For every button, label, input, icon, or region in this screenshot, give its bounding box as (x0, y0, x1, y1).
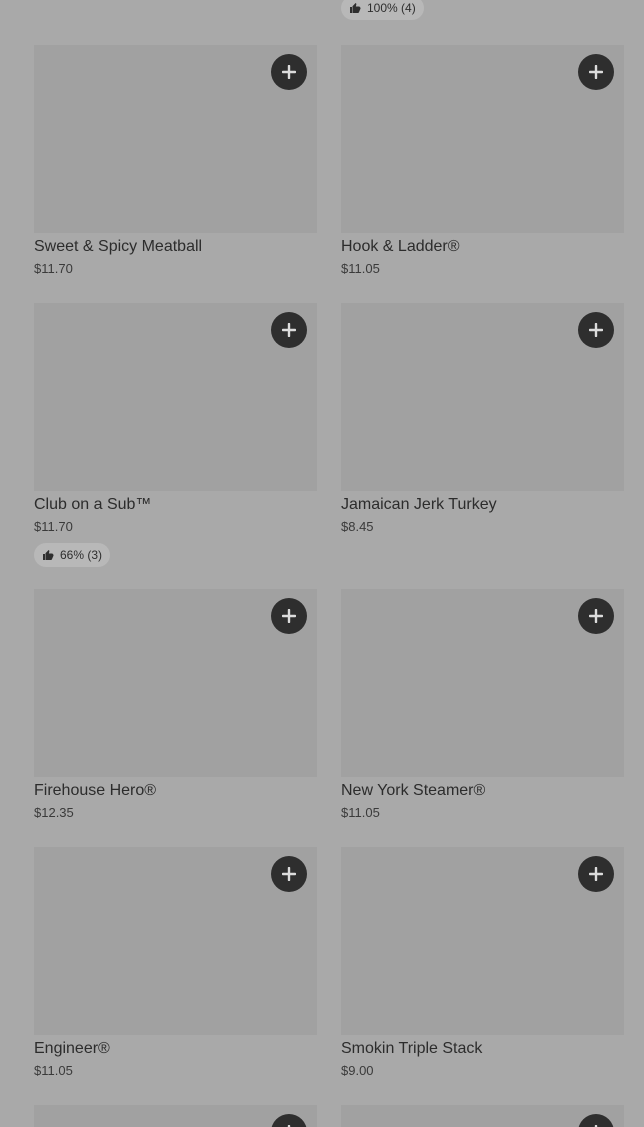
item-image[interactable] (34, 1105, 317, 1127)
menu-item-card[interactable]: New York Steamer® $11.05 (341, 589, 624, 847)
menu-item-card[interactable]: Sweet & Spicy Meatball $11.70 (34, 45, 317, 303)
add-to-cart-button[interactable] (578, 598, 614, 634)
item-image[interactable] (341, 847, 624, 1035)
menu-item-card[interactable]: Firehouse Hero® $12.35 (34, 589, 317, 847)
add-to-cart-button[interactable] (578, 54, 614, 90)
plus-icon (282, 867, 296, 881)
add-to-cart-button[interactable] (578, 312, 614, 348)
add-to-cart-button[interactable] (578, 1114, 614, 1127)
plus-icon (282, 323, 296, 337)
item-price: $9.00 (341, 1063, 374, 1078)
rating-pill: 100% (4) (341, 0, 424, 20)
plus-icon (282, 609, 296, 623)
menu-item-card[interactable]: Club on a Sub™ $11.70 66% (3) (34, 303, 317, 589)
item-name[interactable]: Sweet & Spicy Meatball (34, 238, 317, 256)
item-image[interactable] (34, 45, 317, 233)
add-to-cart-button[interactable] (271, 312, 307, 348)
item-price: $12.35 (34, 805, 74, 820)
item-name[interactable]: Engineer® (34, 1040, 317, 1058)
item-name[interactable]: Jamaican Jerk Turkey (341, 496, 624, 514)
item-price: $11.70 (34, 261, 73, 276)
item-price: $8.45 (341, 519, 374, 534)
item-image[interactable] (341, 589, 624, 777)
item-name[interactable]: New York Steamer® (341, 782, 624, 800)
add-to-cart-button[interactable] (578, 856, 614, 892)
item-name[interactable]: Smokin Triple Stack (341, 1040, 624, 1058)
item-image[interactable] (341, 1105, 624, 1127)
item-price: $11.05 (341, 261, 380, 276)
add-to-cart-button[interactable] (271, 856, 307, 892)
plus-icon (589, 65, 603, 79)
menu-page: 100% (4) Sweet & Spicy Meatball $11.70 H… (0, 0, 644, 1127)
item-name[interactable]: Club on a Sub™ (34, 496, 317, 514)
item-price: $11.70 (34, 519, 73, 534)
item-name[interactable]: Hook & Ladder® (341, 238, 624, 256)
menu-item-card[interactable]: Hook & Ladder® $11.05 (341, 45, 624, 303)
item-price: $11.05 (34, 1063, 73, 1078)
add-to-cart-button[interactable] (271, 54, 307, 90)
rating-text: 100% (4) (367, 1, 416, 15)
item-name[interactable]: Firehouse Hero® (34, 782, 317, 800)
plus-icon (282, 65, 296, 79)
plus-icon (589, 867, 603, 881)
thumbs-up-icon (350, 3, 361, 13)
rating-text: 66% (3) (60, 548, 103, 562)
item-image[interactable] (34, 847, 317, 1035)
menu-grid: Sweet & Spicy Meatball $11.70 Hook & Lad… (34, 45, 624, 1105)
add-to-cart-button[interactable] (271, 1114, 307, 1127)
rating-pill: 66% (3) (34, 543, 111, 567)
menu-item-card[interactable]: Engineer® $11.05 (34, 847, 317, 1105)
item-image[interactable] (341, 45, 624, 233)
thumbs-up-icon (43, 550, 54, 560)
plus-icon (589, 609, 603, 623)
item-price: $11.05 (341, 805, 380, 820)
item-image[interactable] (34, 303, 317, 491)
plus-icon (589, 323, 603, 337)
item-image[interactable] (34, 589, 317, 777)
menu-item-card[interactable]: Smokin Triple Stack $9.00 (341, 847, 624, 1105)
menu-item-card[interactable]: Jamaican Jerk Turkey $8.45 (341, 303, 624, 589)
add-to-cart-button[interactable] (271, 598, 307, 634)
item-image[interactable] (341, 303, 624, 491)
